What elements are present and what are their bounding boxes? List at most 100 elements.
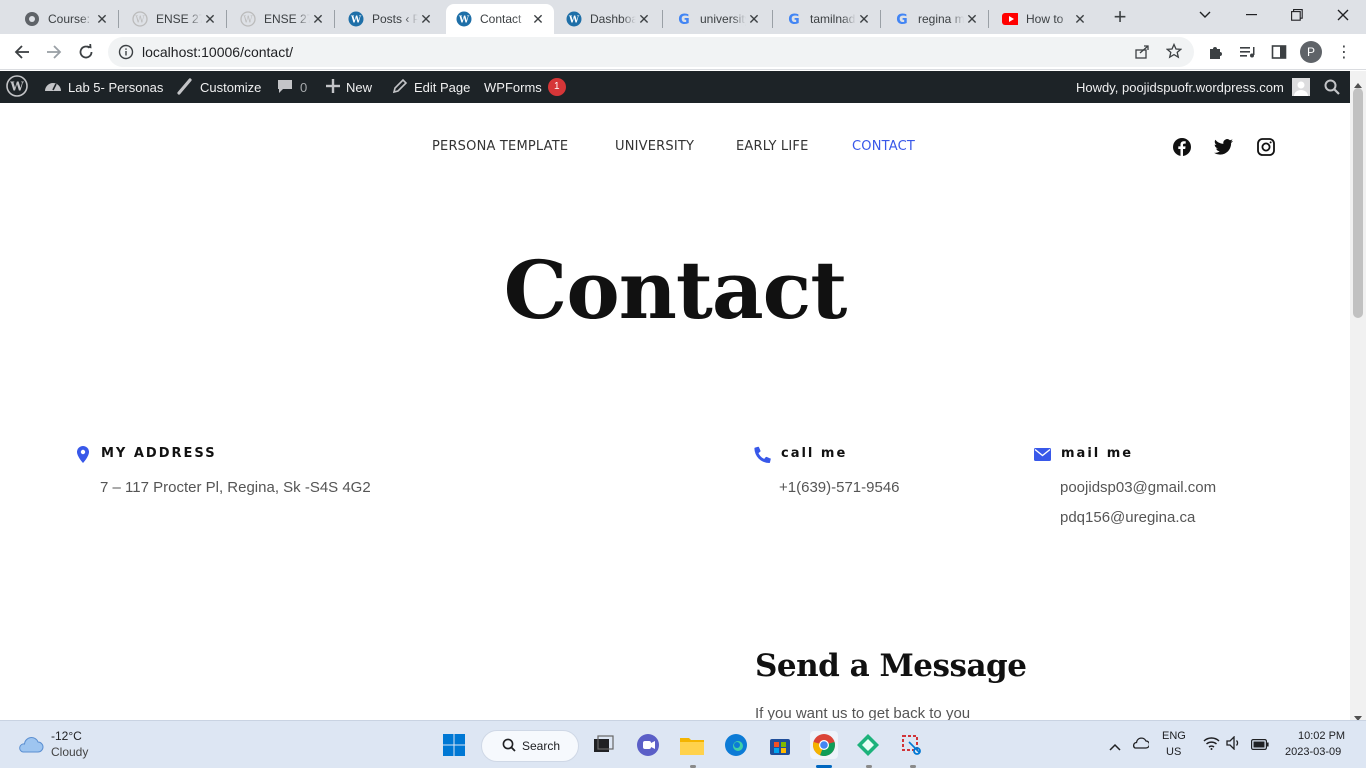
- browser-tab-10[interactable]: How to ✕: [992, 4, 1096, 34]
- email-secondary[interactable]: pdq156@uregina.ca: [1060, 509, 1195, 526]
- chrome-taskbar-icon[interactable]: [810, 731, 838, 759]
- browser-tab-5-active[interactable]: W Contact ✕: [446, 4, 554, 34]
- minimize-button[interactable]: [1228, 0, 1274, 30]
- browser-tab-1[interactable]: Course: ENSE 271 ✕: [14, 4, 118, 34]
- nav-link-persona-template[interactable]: PERSONA TEMPLATE: [432, 139, 568, 154]
- close-tab-icon[interactable]: ✕: [746, 11, 762, 27]
- weather-temperature[interactable]: -12°C: [51, 729, 82, 743]
- tab-search-icon[interactable]: [1182, 0, 1228, 30]
- edge-browser-icon[interactable]: [722, 731, 750, 759]
- url-text[interactable]: localhost:10006/contact/: [142, 44, 293, 60]
- page-scrollbar[interactable]: [1350, 71, 1366, 721]
- bookmark-star-icon[interactable]: [1165, 42, 1183, 64]
- nav-link-contact[interactable]: CONTACT: [852, 139, 915, 154]
- svg-text:W: W: [243, 16, 253, 26]
- snipping-tool-icon[interactable]: [898, 731, 926, 759]
- close-tab-icon[interactable]: ✕: [418, 11, 434, 27]
- wp-site-name[interactable]: Lab 5- Personas: [44, 71, 163, 103]
- windows-start-icon[interactable]: [440, 731, 468, 759]
- wp-logo-button[interactable]: W: [6, 71, 28, 103]
- extensions-puzzle-icon[interactable]: [1208, 44, 1224, 65]
- close-tab-icon[interactable]: ✕: [530, 11, 546, 27]
- input-language-primary[interactable]: ENG: [1162, 730, 1186, 742]
- wifi-icon[interactable]: [1203, 736, 1220, 755]
- facebook-icon[interactable]: [1173, 138, 1191, 161]
- twitter-icon[interactable]: [1214, 139, 1233, 160]
- wp-comments[interactable]: 0: [276, 71, 307, 103]
- close-tab-icon[interactable]: ✕: [202, 11, 218, 27]
- browser-tab-7[interactable]: G university ✕: [666, 4, 770, 34]
- close-tab-icon[interactable]: ✕: [856, 11, 872, 27]
- new-tab-button[interactable]: +: [1108, 6, 1132, 30]
- wp-edit-page[interactable]: Edit Page: [392, 71, 470, 103]
- clock-time[interactable]: 10:02 PM: [1298, 730, 1345, 742]
- onedrive-cloud-icon[interactable]: [1131, 736, 1151, 754]
- scrollbar-thumb[interactable]: [1353, 88, 1363, 318]
- wp-search-icon[interactable]: [1324, 71, 1340, 103]
- reading-list-icon[interactable]: [1239, 44, 1255, 65]
- site-info-icon[interactable]: [118, 44, 134, 65]
- svg-text:W: W: [350, 16, 362, 26]
- clock-date[interactable]: 2023-03-09: [1285, 746, 1341, 758]
- send-message-heading: Send a Message: [755, 648, 1027, 684]
- browser-toolbar: localhost:10006/contact/ P ⋮: [0, 34, 1366, 70]
- browser-tab-6[interactable]: W Dashboard ✕: [556, 4, 660, 34]
- side-panel-icon[interactable]: [1271, 44, 1287, 65]
- browser-tab-3[interactable]: W ENSE 271 ✕: [230, 4, 334, 34]
- pencil-icon: [392, 78, 408, 97]
- wp-admin-bar: W Lab 5- Personas Customize 0 New Edit P…: [0, 71, 1350, 103]
- file-explorer-icon[interactable]: [678, 731, 706, 759]
- svg-text:W: W: [135, 16, 145, 26]
- nav-link-early-life[interactable]: EARLY LIFE: [736, 139, 809, 154]
- browser-tab-8[interactable]: G tamilnadu ✕: [776, 4, 880, 34]
- weather-description[interactable]: Cloudy: [51, 745, 88, 759]
- input-language-region[interactable]: US: [1166, 746, 1181, 758]
- show-hidden-icons-chevron-icon[interactable]: [1109, 738, 1121, 756]
- browser-tab-2[interactable]: W ENSE 271 ✕: [122, 4, 226, 34]
- browser-tab-4[interactable]: W Posts ‹ Persona ✕: [338, 4, 442, 34]
- wp-account-menu[interactable]: Howdy, poojidspuofr.wordpress.com: [1076, 71, 1310, 103]
- share-icon[interactable]: [1134, 44, 1150, 65]
- back-button[interactable]: [8, 38, 36, 66]
- browser-tab-title: Dashboard: [590, 12, 636, 26]
- close-tab-icon[interactable]: ✕: [94, 11, 110, 27]
- envelope-icon: [1034, 448, 1051, 466]
- close-tab-icon[interactable]: ✕: [310, 11, 326, 27]
- microsoft-store-icon[interactable]: [766, 731, 794, 759]
- chrome-menu-icon[interactable]: ⋮: [1336, 42, 1352, 62]
- browser-tab-title: ENSE 271: [264, 12, 310, 26]
- nav-link-university[interactable]: UNIVERSITY: [615, 139, 694, 154]
- close-window-button[interactable]: [1320, 0, 1366, 30]
- volume-icon[interactable]: [1226, 735, 1242, 755]
- restore-button[interactable]: [1274, 0, 1320, 30]
- forward-button[interactable]: [40, 38, 68, 66]
- google-icon: G: [786, 11, 802, 27]
- reload-button[interactable]: [72, 38, 100, 66]
- teams-chat-icon[interactable]: [634, 731, 662, 759]
- browser-tab-title: How to: [1026, 12, 1064, 26]
- close-tab-icon[interactable]: ✕: [636, 11, 652, 27]
- close-tab-icon[interactable]: ✕: [1072, 11, 1088, 27]
- browser-tab-title: ENSE 271: [156, 12, 202, 26]
- profile-avatar[interactable]: P: [1300, 41, 1322, 63]
- comments-count: 0: [300, 79, 308, 95]
- address-text: 7 – 117 Procter Pl, Regina, Sk -S4S 4G2: [100, 479, 371, 496]
- email-primary[interactable]: poojidsp03@gmail.com: [1060, 479, 1216, 496]
- wp-wpforms[interactable]: WPForms 1: [484, 71, 566, 103]
- gitkraken-icon[interactable]: [854, 731, 882, 759]
- wp-customize[interactable]: Customize: [176, 71, 261, 103]
- weather-cloud-icon[interactable]: [16, 733, 44, 760]
- phone-number[interactable]: +1(639)-571-9546: [779, 479, 900, 496]
- browser-tab-9[interactable]: G regina map ✕: [884, 4, 988, 34]
- address-bar[interactable]: localhost:10006/contact/: [108, 37, 1194, 67]
- close-tab-icon[interactable]: ✕: [964, 11, 980, 27]
- battery-icon[interactable]: [1251, 737, 1269, 755]
- wpforms-notification-badge: 1: [547, 78, 566, 96]
- taskbar-search[interactable]: Search: [481, 730, 579, 762]
- comment-bubble-icon: [276, 78, 294, 97]
- wp-new-content[interactable]: New: [326, 71, 372, 103]
- customize-label: Customize: [200, 79, 262, 95]
- task-view-icon[interactable]: [590, 731, 618, 759]
- instagram-icon[interactable]: [1257, 138, 1275, 161]
- tab-separator: [662, 10, 663, 28]
